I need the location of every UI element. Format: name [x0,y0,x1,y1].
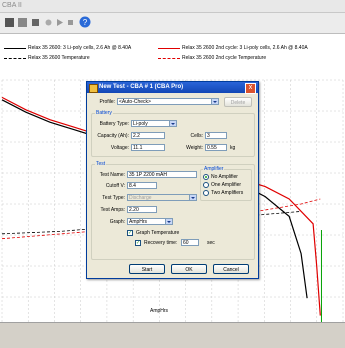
cutoff-field[interactable]: 8.4 [127,182,157,189]
test-amps-label: Test Amps: [100,207,125,213]
test-name-label: Test Name: [99,172,125,178]
cells-label: Cells: [190,133,203,139]
x-axis-label: AmpHrs [150,308,169,314]
legend-label-2: Relax 35 2600 Temperature [28,55,90,61]
dialog-title: New Test - CBA # 1 (CBA Pro) [99,84,184,90]
graph-select[interactable]: AmpHrs [127,218,173,225]
weight-label: Weight: [186,145,203,151]
chart-legend: Relax 35 2600: 3 Li-poly cells, 2.6 Ah @… [0,34,345,74]
legend-label-1: Relax 35 2600: 3 Li-poly cells, 2.6 Ah @… [28,45,132,51]
test-amps-field[interactable]: 2.20 [127,206,157,213]
profile-select[interactable]: <Auto-Check> [117,98,219,105]
open-icon[interactable] [17,17,28,28]
start-button[interactable]: Start [129,264,165,274]
window-titlebar: CBA II [0,0,345,13]
stop-icon[interactable] [65,17,76,28]
weight-unit: kg [230,145,236,151]
graph-label: Graph: [109,219,125,225]
no-amplifier-label: No Amplifier [211,174,238,180]
capacity-field[interactable]: 2.2 [131,132,165,139]
weight-field[interactable]: 0.55 [205,144,227,151]
legend-swatch-4 [158,58,180,59]
no-amplifier-radio[interactable] [203,174,209,180]
recovery-time-label: Recovery time: [144,240,178,246]
chevron-down-icon [211,99,218,104]
one-amplifier-radio[interactable] [203,182,209,188]
test-name-field[interactable]: 35 1P 2200 mAH [127,171,197,178]
voltage-field[interactable]: 11.1 [131,144,165,151]
status-bar [0,322,345,346]
recovery-time-field[interactable]: 60 [181,239,199,246]
battery-type-label: Battery Type: [99,121,129,127]
test-type-select[interactable]: Discharge [127,194,197,201]
amplifier-group-title: Amplifier [203,166,225,172]
graph-value: AmpHrs [129,219,148,225]
graph-temperature-label: Graph Temperature [136,230,180,236]
battery-type-value: Li-poly [133,121,148,127]
chevron-down-icon [189,195,196,200]
profile-label: Profile: [99,99,115,105]
profile-value: <Auto-Check> [119,99,151,105]
recovery-time-checkbox[interactable]: ✓ [135,240,141,246]
cells-field[interactable]: 3 [205,132,227,139]
legend-swatch-2 [4,58,26,59]
save-icon[interactable] [30,17,41,28]
battery-group-title: Battery [95,110,113,116]
delete-button[interactable]: Delete [224,97,252,107]
capacity-label: Capacity (Ah): [97,133,129,139]
new-icon[interactable] [4,17,15,28]
test-type-value: Discharge [129,195,152,201]
toolbar: ? [0,13,345,34]
dialog-titlebar: New Test - CBA # 1 (CBA Pro) x [87,82,258,94]
window-title: CBA II [2,2,22,9]
legend-label-4: Relax 35 2600 2nd cycle Temperature [182,55,267,61]
new-test-dialog: New Test - CBA # 1 (CBA Pro) x Profile: … [86,81,259,279]
two-amplifiers-label: Two Amplifiers [211,190,244,196]
app-icon [89,84,98,93]
legend-swatch-3 [158,48,180,49]
chevron-down-icon [165,219,172,224]
cutoff-label: Cutoff V: [105,183,125,189]
record-icon[interactable] [43,17,54,28]
legend-swatch-1 [4,48,26,49]
two-amplifiers-radio[interactable] [203,190,209,196]
one-amplifier-label: One Amplifier [211,182,242,188]
battery-type-select[interactable]: Li-poly [131,120,177,127]
test-group-title: Test [95,161,107,167]
voltage-label: Voltage: [110,145,129,151]
test-type-label: Test Type: [102,195,125,201]
recovery-time-unit: sec [207,240,215,246]
graph-temperature-checkbox[interactable]: ✓ [127,230,133,236]
ok-button[interactable]: OK [171,264,207,274]
svg-text:?: ? [83,18,88,27]
legend-label-3: Relax 35 2600 2nd cycle: 3 Li-poly cells… [182,45,308,51]
cancel-button[interactable]: Cancel [213,264,249,274]
play-icon[interactable] [54,17,65,28]
chevron-down-icon [169,121,176,126]
close-icon[interactable]: x [245,83,256,94]
help-icon[interactable]: ? [79,16,91,28]
